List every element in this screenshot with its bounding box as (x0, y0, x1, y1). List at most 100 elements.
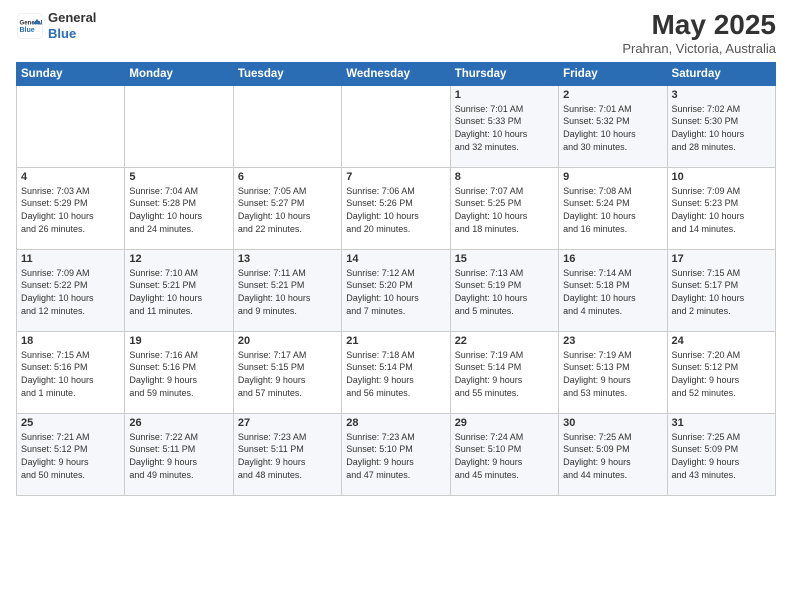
calendar-cell: 9 Sunrise: 7:08 AM Sunset: 5:24 PM Daylig… (559, 167, 667, 249)
calendar-page: General Blue General Blue May 2025 Prahr… (0, 0, 792, 612)
day-number: 31 (672, 417, 771, 429)
day-header-thursday: Thursday (450, 62, 558, 85)
day-number: 17 (672, 253, 771, 265)
day-header-wednesday: Wednesday (342, 62, 450, 85)
day-number: 16 (563, 253, 662, 265)
calendar-cell: 7 Sunrise: 7:06 AM Sunset: 5:26 PM Daylig… (342, 167, 450, 249)
logo-blue: Blue (48, 26, 96, 42)
day-number: 20 (238, 335, 337, 347)
day-number: 10 (672, 171, 771, 183)
day-info: Sunrise: 7:10 AM Sunset: 5:21 PM Dayligh… (129, 267, 228, 317)
day-header-tuesday: Tuesday (233, 62, 341, 85)
day-info: Sunrise: 7:14 AM Sunset: 5:18 PM Dayligh… (563, 267, 662, 317)
calendar-cell: 11 Sunrise: 7:09 AM Sunset: 5:22 PM Dayli… (17, 249, 125, 331)
day-info: Sunrise: 7:23 AM Sunset: 5:11 PM Dayligh… (238, 431, 337, 481)
day-info: Sunrise: 7:06 AM Sunset: 5:26 PM Dayligh… (346, 185, 445, 235)
calendar-cell: 26 Sunrise: 7:22 AM Sunset: 5:11 PM Dayli… (125, 413, 233, 495)
day-info: Sunrise: 7:01 AM Sunset: 5:33 PM Dayligh… (455, 103, 554, 153)
day-info: Sunrise: 7:19 AM Sunset: 5:14 PM Dayligh… (455, 349, 554, 399)
calendar-cell: 18 Sunrise: 7:15 AM Sunset: 5:16 PM Dayli… (17, 331, 125, 413)
calendar-cell: 31Sunrise: 7:25 AM Sunset: 5:09 PM Dayli… (667, 413, 775, 495)
week-row-4: 18 Sunrise: 7:15 AM Sunset: 5:16 PM Dayli… (17, 331, 776, 413)
calendar-cell: 21Sunrise: 7:18 AM Sunset: 5:14 PM Dayli… (342, 331, 450, 413)
day-info: Sunrise: 7:24 AM Sunset: 5:10 PM Dayligh… (455, 431, 554, 481)
week-row-5: 25Sunrise: 7:21 AM Sunset: 5:12 PM Dayli… (17, 413, 776, 495)
day-number: 11 (21, 253, 120, 265)
calendar-cell: 19Sunrise: 7:16 AM Sunset: 5:16 PM Dayli… (125, 331, 233, 413)
day-number: 6 (238, 171, 337, 183)
day-number: 25 (21, 417, 120, 429)
day-number: 23 (563, 335, 662, 347)
day-number: 26 (129, 417, 228, 429)
calendar-cell: 15 Sunrise: 7:13 AM Sunset: 5:19 PM Dayli… (450, 249, 558, 331)
calendar-cell: 3Sunrise: 7:02 AM Sunset: 5:30 PM Daylig… (667, 85, 775, 167)
calendar-cell (342, 85, 450, 167)
day-info: Sunrise: 7:20 AM Sunset: 5:12 PM Dayligh… (672, 349, 771, 399)
day-info: Sunrise: 7:08 AM Sunset: 5:24 PM Dayligh… (563, 185, 662, 235)
day-info: Sunrise: 7:25 AM Sunset: 5:09 PM Dayligh… (563, 431, 662, 481)
day-number: 30 (563, 417, 662, 429)
day-info: Sunrise: 7:15 AM Sunset: 5:16 PM Dayligh… (21, 349, 120, 399)
logo-text: General Blue (48, 10, 96, 41)
day-number: 14 (346, 253, 445, 265)
day-info: Sunrise: 7:02 AM Sunset: 5:30 PM Dayligh… (672, 103, 771, 153)
title-area: May 2025 Prahran, Victoria, Australia (622, 10, 776, 56)
day-info: Sunrise: 7:09 AM Sunset: 5:22 PM Dayligh… (21, 267, 120, 317)
day-number: 4 (21, 171, 120, 183)
day-number: 18 (21, 335, 120, 347)
calendar-cell: 12 Sunrise: 7:10 AM Sunset: 5:21 PM Dayli… (125, 249, 233, 331)
calendar-cell: 14 Sunrise: 7:12 AM Sunset: 5:20 PM Dayli… (342, 249, 450, 331)
day-info: Sunrise: 7:17 AM Sunset: 5:15 PM Dayligh… (238, 349, 337, 399)
calendar-cell (233, 85, 341, 167)
calendar-cell: 4 Sunrise: 7:03 AM Sunset: 5:29 PM Daylig… (17, 167, 125, 249)
day-number: 15 (455, 253, 554, 265)
day-info: Sunrise: 7:11 AM Sunset: 5:21 PM Dayligh… (238, 267, 337, 317)
day-number: 24 (672, 335, 771, 347)
day-number: 28 (346, 417, 445, 429)
day-number: 29 (455, 417, 554, 429)
calendar-cell: 2 Sunrise: 7:01 AM Sunset: 5:32 PM Daylig… (559, 85, 667, 167)
day-info: Sunrise: 7:07 AM Sunset: 5:25 PM Dayligh… (455, 185, 554, 235)
calendar-body: 1 Sunrise: 7:01 AM Sunset: 5:33 PM Daylig… (17, 85, 776, 495)
day-number: 2 (563, 89, 662, 101)
logo-icon: General Blue (16, 12, 44, 40)
calendar-cell: 25Sunrise: 7:21 AM Sunset: 5:12 PM Dayli… (17, 413, 125, 495)
calendar-cell: 20 Sunrise: 7:17 AM Sunset: 5:15 PM Dayli… (233, 331, 341, 413)
header: General Blue General Blue May 2025 Prahr… (16, 10, 776, 56)
day-number: 9 (563, 171, 662, 183)
day-number: 8 (455, 171, 554, 183)
day-number: 1 (455, 89, 554, 101)
calendar-cell: 13 Sunrise: 7:11 AM Sunset: 5:21 PM Dayli… (233, 249, 341, 331)
day-info: Sunrise: 7:13 AM Sunset: 5:19 PM Dayligh… (455, 267, 554, 317)
day-info: Sunrise: 7:01 AM Sunset: 5:32 PM Dayligh… (563, 103, 662, 153)
calendar-cell: 1 Sunrise: 7:01 AM Sunset: 5:33 PM Daylig… (450, 85, 558, 167)
day-info: Sunrise: 7:15 AM Sunset: 5:17 PM Dayligh… (672, 267, 771, 317)
day-info: Sunrise: 7:22 AM Sunset: 5:11 PM Dayligh… (129, 431, 228, 481)
calendar-cell (17, 85, 125, 167)
week-row-3: 11 Sunrise: 7:09 AM Sunset: 5:22 PM Dayli… (17, 249, 776, 331)
day-info: Sunrise: 7:16 AM Sunset: 5:16 PM Dayligh… (129, 349, 228, 399)
calendar-header: SundayMondayTuesdayWednesdayThursdayFrid… (17, 62, 776, 85)
week-row-2: 4 Sunrise: 7:03 AM Sunset: 5:29 PM Daylig… (17, 167, 776, 249)
calendar-cell: 29 Sunrise: 7:24 AM Sunset: 5:10 PM Dayli… (450, 413, 558, 495)
header-row: SundayMondayTuesdayWednesdayThursdayFrid… (17, 62, 776, 85)
day-number: 12 (129, 253, 228, 265)
calendar-cell: 5Sunrise: 7:04 AM Sunset: 5:28 PM Daylig… (125, 167, 233, 249)
day-info: Sunrise: 7:19 AM Sunset: 5:13 PM Dayligh… (563, 349, 662, 399)
day-header-sunday: Sunday (17, 62, 125, 85)
calendar-cell (125, 85, 233, 167)
calendar-cell: 10 Sunrise: 7:09 AM Sunset: 5:23 PM Dayli… (667, 167, 775, 249)
day-number: 13 (238, 253, 337, 265)
calendar-cell: 17 Sunrise: 7:15 AM Sunset: 5:17 PM Dayli… (667, 249, 775, 331)
day-number: 21 (346, 335, 445, 347)
day-info: Sunrise: 7:12 AM Sunset: 5:20 PM Dayligh… (346, 267, 445, 317)
day-info: Sunrise: 7:03 AM Sunset: 5:29 PM Dayligh… (21, 185, 120, 235)
day-info: Sunrise: 7:05 AM Sunset: 5:27 PM Dayligh… (238, 185, 337, 235)
svg-text:Blue: Blue (20, 27, 35, 34)
day-header-monday: Monday (125, 62, 233, 85)
day-number: 7 (346, 171, 445, 183)
calendar-cell: 6 Sunrise: 7:05 AM Sunset: 5:27 PM Daylig… (233, 167, 341, 249)
logo: General Blue General Blue (16, 10, 96, 41)
day-number: 22 (455, 335, 554, 347)
day-info: Sunrise: 7:09 AM Sunset: 5:23 PM Dayligh… (672, 185, 771, 235)
